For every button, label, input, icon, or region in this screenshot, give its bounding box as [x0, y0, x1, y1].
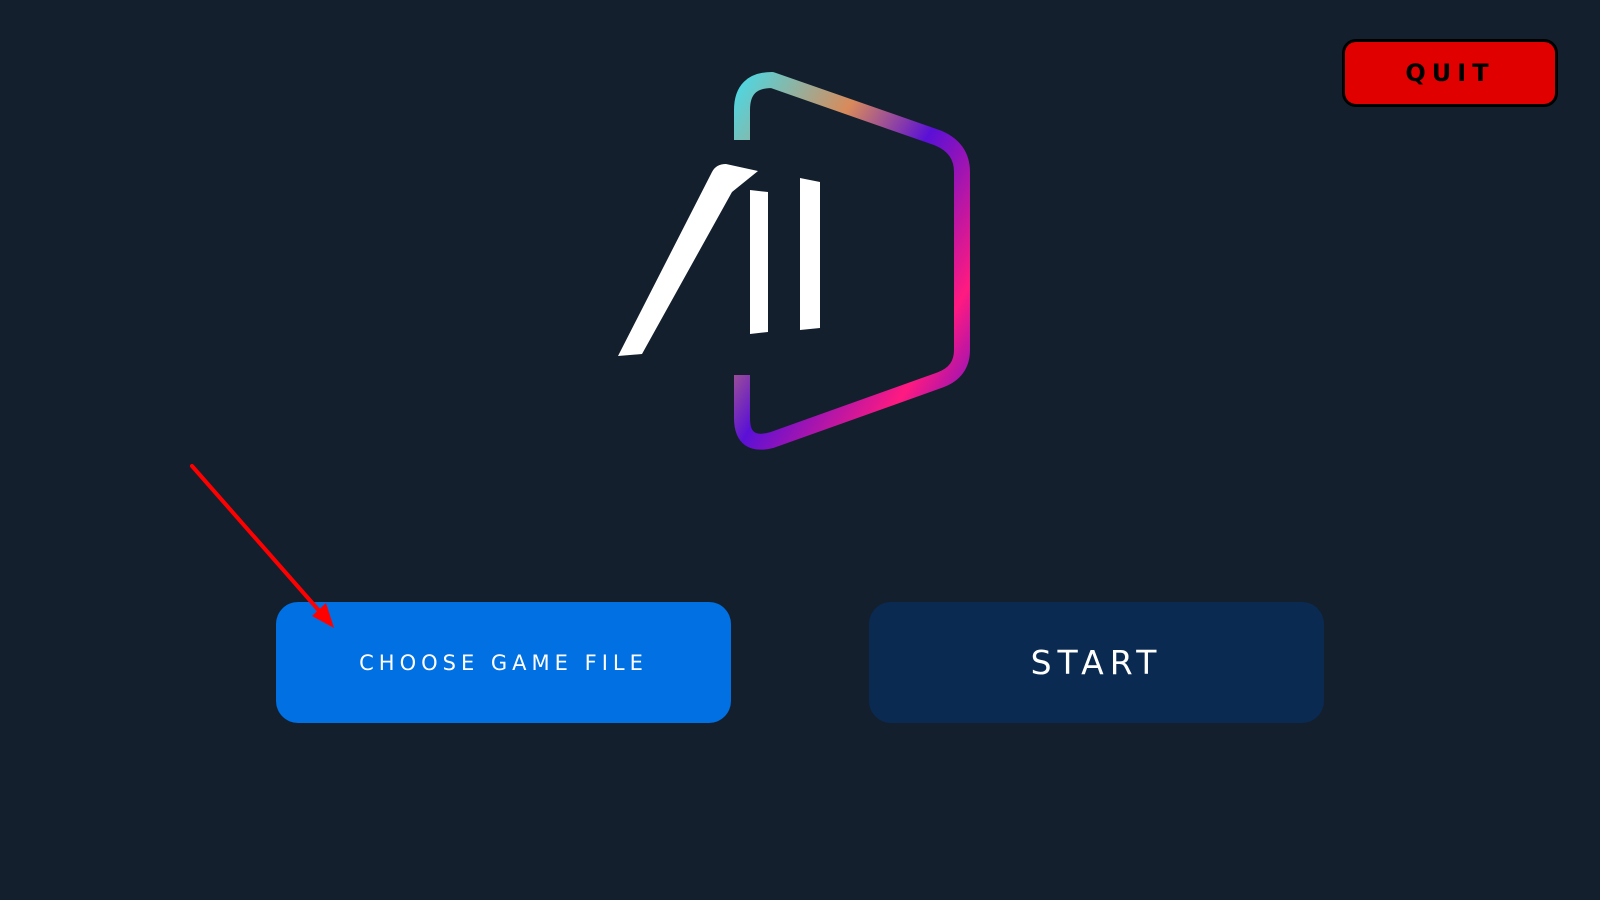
choose-game-file-button[interactable]: CHOOSE GAME FILE	[276, 602, 731, 723]
start-button-label: START	[1030, 643, 1163, 682]
ai-logo-icon	[618, 72, 970, 450]
logo-letter-a	[618, 164, 758, 356]
choose-game-file-label: CHOOSE GAME FILE	[359, 650, 648, 675]
logo-letter-a-leg	[750, 190, 768, 334]
start-button[interactable]: START	[869, 602, 1324, 723]
quit-button[interactable]: QUIT	[1342, 39, 1558, 107]
logo-frame-top	[734, 72, 970, 450]
quit-button-label: QUIT	[1405, 59, 1495, 87]
main-menu-screen: QUIT CHOOSE GAME FILE START	[0, 0, 1600, 900]
logo-letter-i	[800, 178, 820, 330]
